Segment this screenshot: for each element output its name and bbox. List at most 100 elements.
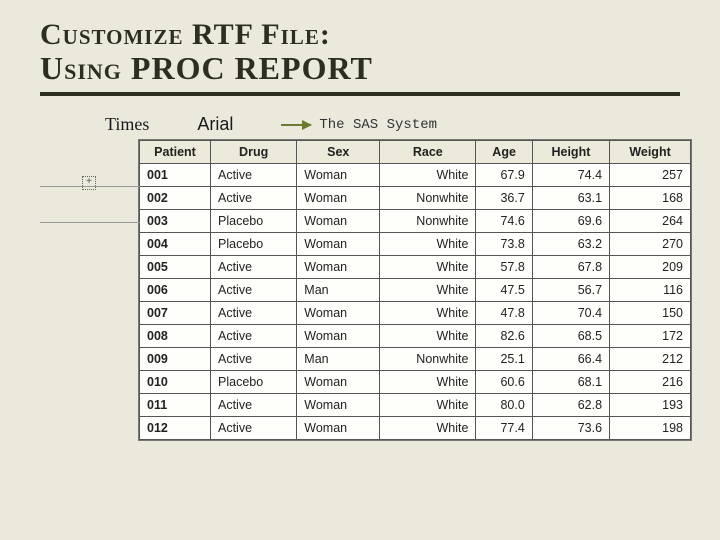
col-header: Weight (610, 141, 691, 164)
cell-patient: 012 (140, 417, 211, 440)
cell-sex: Woman (297, 417, 380, 440)
cell-weight: 270 (610, 233, 691, 256)
cell-height: 73.6 (532, 417, 609, 440)
cell-drug: Active (211, 394, 297, 417)
slide-title: Customize RTF File: Using PROC REPORT (40, 18, 680, 86)
cell-weight: 209 (610, 256, 691, 279)
cell-drug: Active (211, 279, 297, 302)
cell-height: 69.6 (532, 210, 609, 233)
cell-weight: 257 (610, 164, 691, 187)
cell-patient: 007 (140, 302, 211, 325)
cell-sex: Woman (297, 256, 380, 279)
cell-weight: 150 (610, 302, 691, 325)
cell-age: 47.8 (476, 302, 532, 325)
cell-age: 25.1 (476, 348, 532, 371)
col-header: Race (380, 141, 476, 164)
cell-race: White (380, 164, 476, 187)
table-row: 012ActiveWomanWhite77.473.6198 (140, 417, 691, 440)
table-anchor-icon: + (82, 176, 96, 190)
sas-system-label: The SAS System (319, 117, 437, 133)
cell-age: 77.4 (476, 417, 532, 440)
cell-drug: Placebo (211, 210, 297, 233)
table-row: 010PlaceboWomanWhite60.668.1216 (140, 371, 691, 394)
cell-race: Nonwhite (380, 348, 476, 371)
cell-patient: 011 (140, 394, 211, 417)
table-row: 002ActiveWomanNonwhite36.763.1168 (140, 187, 691, 210)
cell-patient: 008 (140, 325, 211, 348)
table-row: 009ActiveManNonwhite25.166.4212 (140, 348, 691, 371)
cell-age: 60.6 (476, 371, 532, 394)
cell-race: White (380, 302, 476, 325)
table-row: 007ActiveWomanWhite47.870.4150 (140, 302, 691, 325)
arial-label: Arial (197, 114, 233, 135)
cell-weight: 264 (610, 210, 691, 233)
table-row: 004PlaceboWomanWhite73.863.2270 (140, 233, 691, 256)
title-rule (40, 92, 680, 96)
font-label-row: Times Arial The SAS System (40, 114, 680, 135)
cell-patient: 002 (140, 187, 211, 210)
cell-age: 47.5 (476, 279, 532, 302)
cell-sex: Woman (297, 371, 380, 394)
cell-sex: Woman (297, 394, 380, 417)
cell-race: Nonwhite (380, 187, 476, 210)
cell-height: 68.5 (532, 325, 609, 348)
cell-patient: 004 (140, 233, 211, 256)
cell-sex: Woman (297, 302, 380, 325)
cell-patient: 005 (140, 256, 211, 279)
cell-sex: Woman (297, 325, 380, 348)
cell-sex: Woman (297, 233, 380, 256)
cell-height: 63.2 (532, 233, 609, 256)
cell-race: White (380, 371, 476, 394)
cell-patient: 009 (140, 348, 211, 371)
table-row: 005ActiveWomanWhite57.867.8209 (140, 256, 691, 279)
cell-height: 68.1 (532, 371, 609, 394)
cell-patient: 003 (140, 210, 211, 233)
cell-race: Nonwhite (380, 210, 476, 233)
col-header: Drug (211, 141, 297, 164)
cell-drug: Active (211, 256, 297, 279)
cell-sex: Woman (297, 210, 380, 233)
cell-drug: Placebo (211, 371, 297, 394)
title-line2: Using PROC REPORT (40, 51, 680, 86)
table-row: 011ActiveWomanWhite80.062.8193 (140, 394, 691, 417)
cell-drug: Active (211, 187, 297, 210)
times-label: Times (105, 114, 149, 135)
cell-patient: 006 (140, 279, 211, 302)
cell-age: 36.7 (476, 187, 532, 210)
cell-sex: Woman (297, 187, 380, 210)
cell-sex: Man (297, 279, 380, 302)
table-row: 006ActiveManWhite47.556.7116 (140, 279, 691, 302)
col-header: Height (532, 141, 609, 164)
cell-height: 63.1 (532, 187, 609, 210)
cell-weight: 212 (610, 348, 691, 371)
cell-race: White (380, 325, 476, 348)
report-table: PatientDrugSexRaceAgeHeightWeight 001Act… (139, 140, 691, 440)
cell-height: 62.8 (532, 394, 609, 417)
cell-race: White (380, 256, 476, 279)
cell-race: White (380, 233, 476, 256)
sas-title-group: The SAS System (281, 117, 437, 133)
table-row: 003PlaceboWomanNonwhite74.669.6264 (140, 210, 691, 233)
cell-patient: 001 (140, 164, 211, 187)
col-header: Sex (297, 141, 380, 164)
cell-age: 57.8 (476, 256, 532, 279)
table-row: 008ActiveWomanWhite82.668.5172 (140, 325, 691, 348)
cell-sex: Man (297, 348, 380, 371)
cell-drug: Placebo (211, 233, 297, 256)
cell-weight: 116 (610, 279, 691, 302)
cell-drug: Active (211, 348, 297, 371)
cell-race: White (380, 394, 476, 417)
table-row: 001ActiveWomanWhite67.974.4257 (140, 164, 691, 187)
col-header: Age (476, 141, 532, 164)
cell-drug: Active (211, 417, 297, 440)
cell-height: 66.4 (532, 348, 609, 371)
cell-age: 73.8 (476, 233, 532, 256)
cell-age: 74.6 (476, 210, 532, 233)
guide-line (40, 222, 140, 223)
cell-race: White (380, 417, 476, 440)
cell-weight: 198 (610, 417, 691, 440)
cell-weight: 216 (610, 371, 691, 394)
col-header: Patient (140, 141, 211, 164)
cell-sex: Woman (297, 164, 380, 187)
cell-drug: Active (211, 164, 297, 187)
